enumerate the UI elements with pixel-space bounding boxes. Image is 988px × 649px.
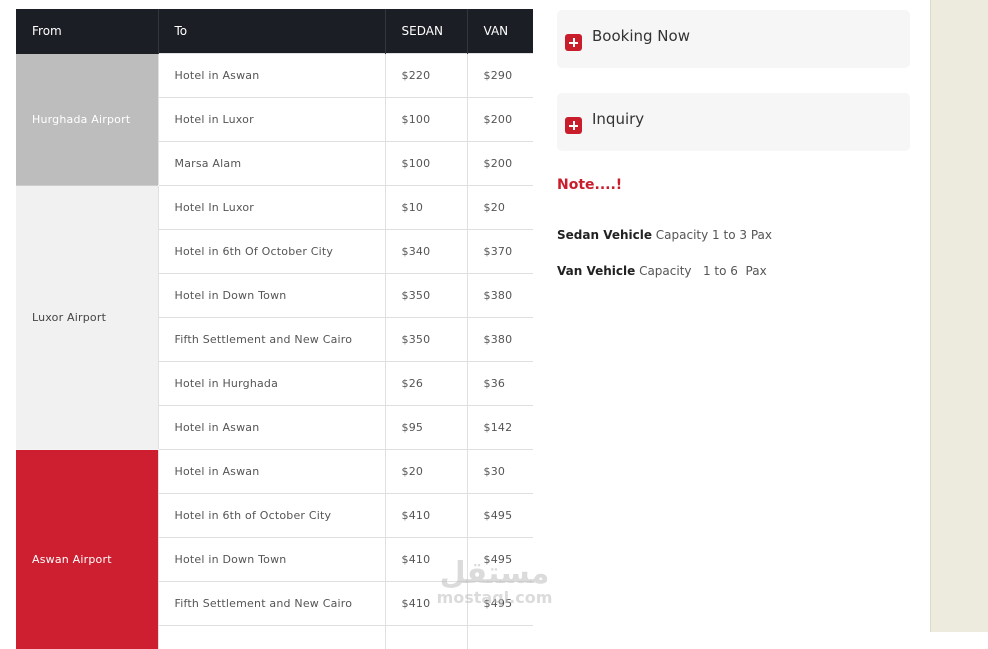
transfer-price-table: From To SEDAN VAN Hurghada Airport Hotel… xyxy=(16,9,533,649)
watermark-latin: mostaql.com xyxy=(432,590,557,606)
accordion-inquiry[interactable]: Inquiry xyxy=(557,93,910,151)
destination-cell: Marsa Alam xyxy=(158,142,385,186)
sedan-price-cell: $340 xyxy=(385,230,467,274)
destination-cell: Hotel in Aswan xyxy=(158,406,385,450)
mostaql-watermark: مستقل mostaql.com xyxy=(432,558,557,606)
van-price-cell xyxy=(467,626,533,649)
sedan-price-cell xyxy=(385,626,467,649)
van-capacity-text: Capacity 1 to 6 Pax xyxy=(635,264,766,278)
destination-cell: Fifth Settlement and New Cairo xyxy=(158,582,385,626)
van-capacity-note: Van Vehicle Capacity 1 to 6 Pax xyxy=(557,264,767,278)
header-van: VAN xyxy=(467,9,533,54)
sedan-price-cell: $26 xyxy=(385,362,467,406)
destination-cell: Hotel in Down Town xyxy=(158,538,385,582)
van-price-cell: $495 xyxy=(467,494,533,538)
accordion-inquiry-label[interactable]: Inquiry xyxy=(592,110,644,128)
table-row: Aswan Airport Hotel in Aswan $20 $30 xyxy=(16,450,533,494)
destination-cell: Hotel in Aswan xyxy=(158,450,385,494)
header-from: From xyxy=(16,9,158,54)
van-price-cell: $380 xyxy=(467,274,533,318)
from-hurghada-airport: Hurghada Airport xyxy=(16,54,158,186)
note-heading: Note....! xyxy=(557,177,622,193)
destination-cell: Hotel in Down Town xyxy=(158,274,385,318)
van-price-cell: $370 xyxy=(467,230,533,274)
sedan-capacity-note: Sedan Vehicle Capacity 1 to 3 Pax xyxy=(557,228,772,242)
destination-cell: Fifth Settlement and New Cairo xyxy=(158,318,385,362)
destination-cell: Hotel in 6th Of October City xyxy=(158,230,385,274)
destination-cell: Hotel In Luxor xyxy=(158,186,385,230)
van-price-cell: $380 xyxy=(467,318,533,362)
destination-cell xyxy=(158,626,385,649)
sedan-price-cell: $220 xyxy=(385,54,467,98)
sedan-vehicle-label: Sedan Vehicle xyxy=(557,228,652,242)
destination-cell: Hotel in Aswan xyxy=(158,54,385,98)
destination-cell: Hotel in Hurghada xyxy=(158,362,385,406)
van-price-cell: $142 xyxy=(467,406,533,450)
van-vehicle-label: Van Vehicle xyxy=(557,264,635,278)
plus-icon[interactable] xyxy=(565,117,582,134)
sedan-price-cell: $10 xyxy=(385,186,467,230)
sedan-price-cell: $100 xyxy=(385,98,467,142)
table-header-row: From To SEDAN VAN xyxy=(16,9,533,54)
van-price-cell: $200 xyxy=(467,98,533,142)
van-price-cell: $20 xyxy=(467,186,533,230)
page-side-margin xyxy=(930,0,988,632)
from-aswan-airport: Aswan Airport xyxy=(16,450,158,649)
header-sedan: SEDAN xyxy=(385,9,467,54)
accordion-booking-now[interactable]: Booking Now xyxy=(557,10,910,68)
van-price-cell: $290 xyxy=(467,54,533,98)
table-row: Luxor Airport Hotel In Luxor $10 $20 xyxy=(16,186,533,230)
accordion-booking-now-label[interactable]: Booking Now xyxy=(592,27,690,45)
van-price-cell: $36 xyxy=(467,362,533,406)
sedan-price-cell: $350 xyxy=(385,274,467,318)
sedan-capacity-text: Capacity 1 to 3 Pax xyxy=(652,228,772,242)
plus-icon[interactable] xyxy=(565,34,582,51)
sedan-price-cell: $350 xyxy=(385,318,467,362)
destination-cell: Hotel in 6th of October City xyxy=(158,494,385,538)
header-to: To xyxy=(158,9,385,54)
sedan-price-cell: $20 xyxy=(385,450,467,494)
sedan-price-cell: $410 xyxy=(385,494,467,538)
from-luxor-airport: Luxor Airport xyxy=(16,186,158,450)
sedan-price-cell: $100 xyxy=(385,142,467,186)
destination-cell: Hotel in Luxor xyxy=(158,98,385,142)
watermark-arabic: مستقل xyxy=(432,558,557,590)
sedan-price-cell: $95 xyxy=(385,406,467,450)
van-price-cell: $200 xyxy=(467,142,533,186)
van-price-cell: $30 xyxy=(467,450,533,494)
table-row: Hurghada Airport Hotel in Aswan $220 $29… xyxy=(16,54,533,98)
price-table-container: From To SEDAN VAN Hurghada Airport Hotel… xyxy=(16,9,533,649)
